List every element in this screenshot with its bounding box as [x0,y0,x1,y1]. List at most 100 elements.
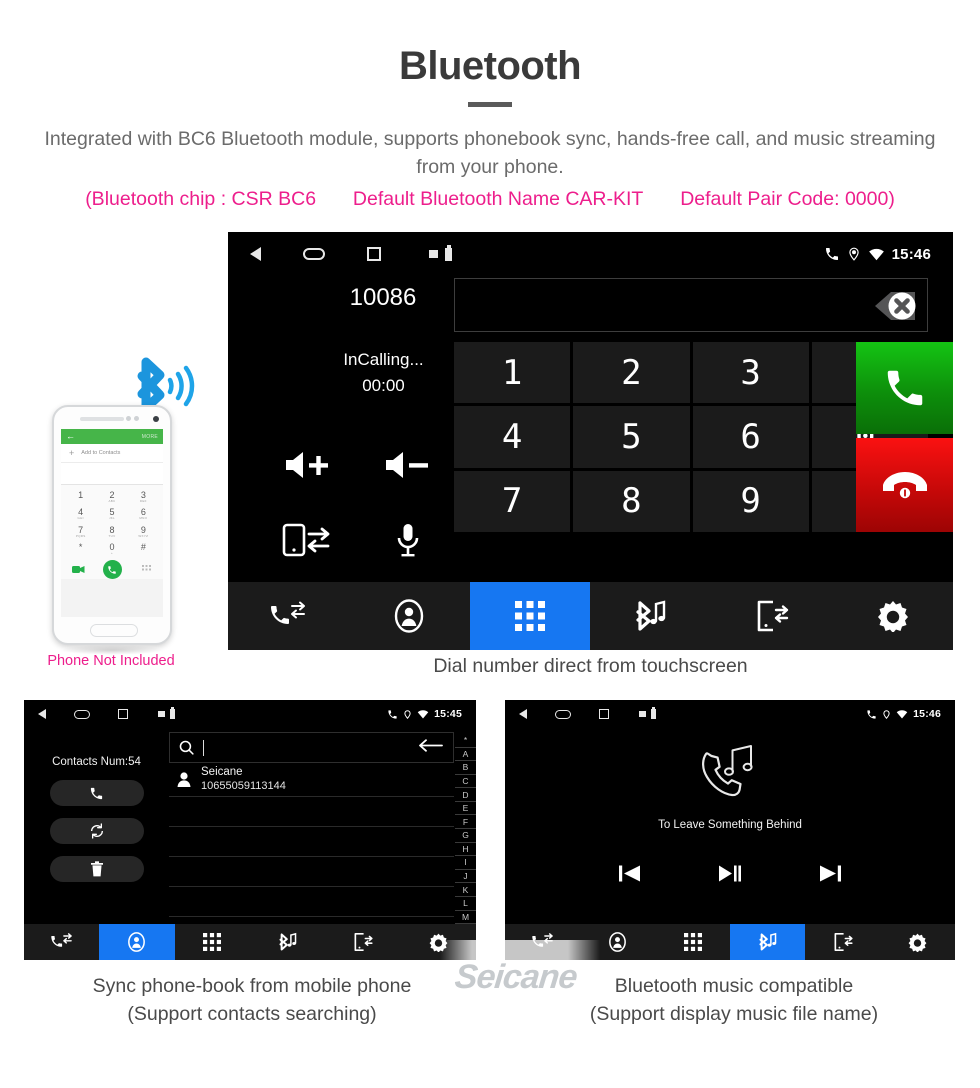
home-pill-icon[interactable] [555,709,571,719]
toolbar-item-phone-sync[interactable] [711,582,832,650]
previous-track-button[interactable] [619,865,641,887]
back-triangle-icon[interactable] [38,709,46,719]
index-letter[interactable]: C [455,775,476,789]
contacts-sync-button[interactable] [49,818,144,844]
settings-gear-icon [908,933,927,952]
backspace-clear-icon[interactable] [845,285,919,327]
toolbar-item-bluetooth-music[interactable] [730,924,805,960]
toolbar-item-phone-sync[interactable] [325,924,400,960]
dialpad-icon [203,933,222,951]
phone-key: # [140,542,146,552]
call-history-icon [532,933,553,947]
dialpad-icon [683,933,702,951]
phone-sync-icon [757,600,788,632]
contacts-call-button[interactable] [49,780,144,806]
phone-key: 1 [78,489,84,500]
recents-square-icon[interactable] [118,709,128,719]
contacts-caption-line1: Sync phone-book from mobile phone [92,975,412,997]
toolbar-item-contacts[interactable] [99,924,175,960]
contact-list-item[interactable]: Seicane 10655059113144 [169,763,454,797]
key-6[interactable]: 6 [692,406,809,468]
index-letter[interactable]: D [455,788,476,802]
index-letter[interactable]: A [455,748,476,762]
volume-down-button[interactable] [358,427,458,502]
play-pause-button[interactable] [719,865,741,887]
search-caret [203,739,204,756]
contacts-delete-button[interactable] [49,856,144,882]
toolbar-item-dialpad[interactable] [175,924,250,960]
page-root: Bluetooth Integrated with BC6 Bluetooth … [0,0,980,1088]
toolbar-item-dialpad[interactable] [655,924,730,960]
end-call-button[interactable] [856,438,953,532]
contacts-bottom-toolbar [24,924,476,960]
phone-sensor-dots [126,416,139,421]
alphabet-index[interactable]: * A B C D E F G H I J K L M [455,734,476,925]
phone-sync-icon [354,932,373,952]
search-icon [179,740,194,755]
contact-list-item-empty[interactable] [169,797,454,827]
index-letter[interactable]: M [455,911,476,925]
microphone-button[interactable] [358,502,458,577]
status-time: 15:46 [891,245,931,263]
toolbar-item-bluetooth-music[interactable] [250,924,325,960]
key-1[interactable]: 1 [454,342,571,404]
contacts-list-area: Seicane 10655059113144 [169,732,454,924]
contact-list-item-empty[interactable] [169,887,454,917]
back-triangle-icon[interactable] [519,709,527,719]
previous-track-icon [619,865,640,882]
index-letter[interactable]: K [455,883,476,897]
next-track-icon [820,865,841,882]
key-2[interactable]: 2 [573,342,690,404]
toolbar-item-contacts[interactable] [580,924,655,960]
recents-square-icon[interactable] [599,709,609,719]
volume-up-button[interactable] [258,427,358,502]
toolbar-item-settings[interactable] [832,582,953,650]
phone-icon [825,248,838,260]
index-letter[interactable]: J [455,870,476,884]
key-9[interactable]: 9 [692,470,809,532]
index-letter[interactable]: H [455,843,476,857]
contacts-search-bar[interactable] [169,732,454,763]
contact-list-item-empty[interactable] [169,857,454,887]
dialed-number: 10086 [349,284,417,311]
transfer-audio-button[interactable] [258,502,358,577]
call-history-icon [51,933,72,947]
next-track-button[interactable] [819,865,841,887]
accept-call-button[interactable] [856,342,953,434]
index-letter[interactable]: I [455,856,476,870]
contact-list-item-empty[interactable] [169,827,454,857]
index-letter[interactable]: B [455,761,476,775]
index-letter[interactable]: F [455,815,476,830]
toolbar-item-call-history[interactable] [505,924,580,960]
index-letter[interactable]: L [455,897,476,911]
toolbar-item-call-history[interactable] [228,582,349,650]
index-letter[interactable]: G [455,829,476,843]
dial-input-field[interactable] [454,278,928,332]
toolbar-item-call-history[interactable] [24,924,99,960]
transfer-audio-icon [282,523,330,556]
key-3[interactable]: 3 [692,342,809,404]
recents-square-icon[interactable] [367,247,381,261]
toolbar-item-phone-sync[interactable] [805,924,880,960]
page-title: Bluetooth [398,44,582,88]
key-7[interactable]: 7 [454,470,571,532]
phone-key: 8 TUV [108,524,116,538]
key-5[interactable]: 5 [573,406,690,468]
music-nav-group [519,709,609,719]
toolbar-item-dialpad[interactable] [469,582,591,650]
contacts-back-button[interactable] [419,738,443,757]
phone-sync-icon [834,932,853,952]
key-4[interactable]: 4 [454,406,571,468]
key-8[interactable]: 8 [573,470,690,532]
toolbar-item-settings[interactable] [401,924,476,960]
index-letter[interactable]: * [455,734,476,748]
toolbar-item-contacts[interactable] [349,582,470,650]
toolbar-item-bluetooth-music[interactable] [590,582,711,650]
phone-speaker [80,417,124,421]
home-pill-icon[interactable] [303,248,325,260]
index-letter[interactable]: E [455,802,476,816]
toolbar-item-settings[interactable] [880,924,955,960]
home-pill-icon[interactable] [74,709,90,719]
plus-icon: + [69,447,75,458]
back-triangle-icon[interactable] [250,247,261,261]
